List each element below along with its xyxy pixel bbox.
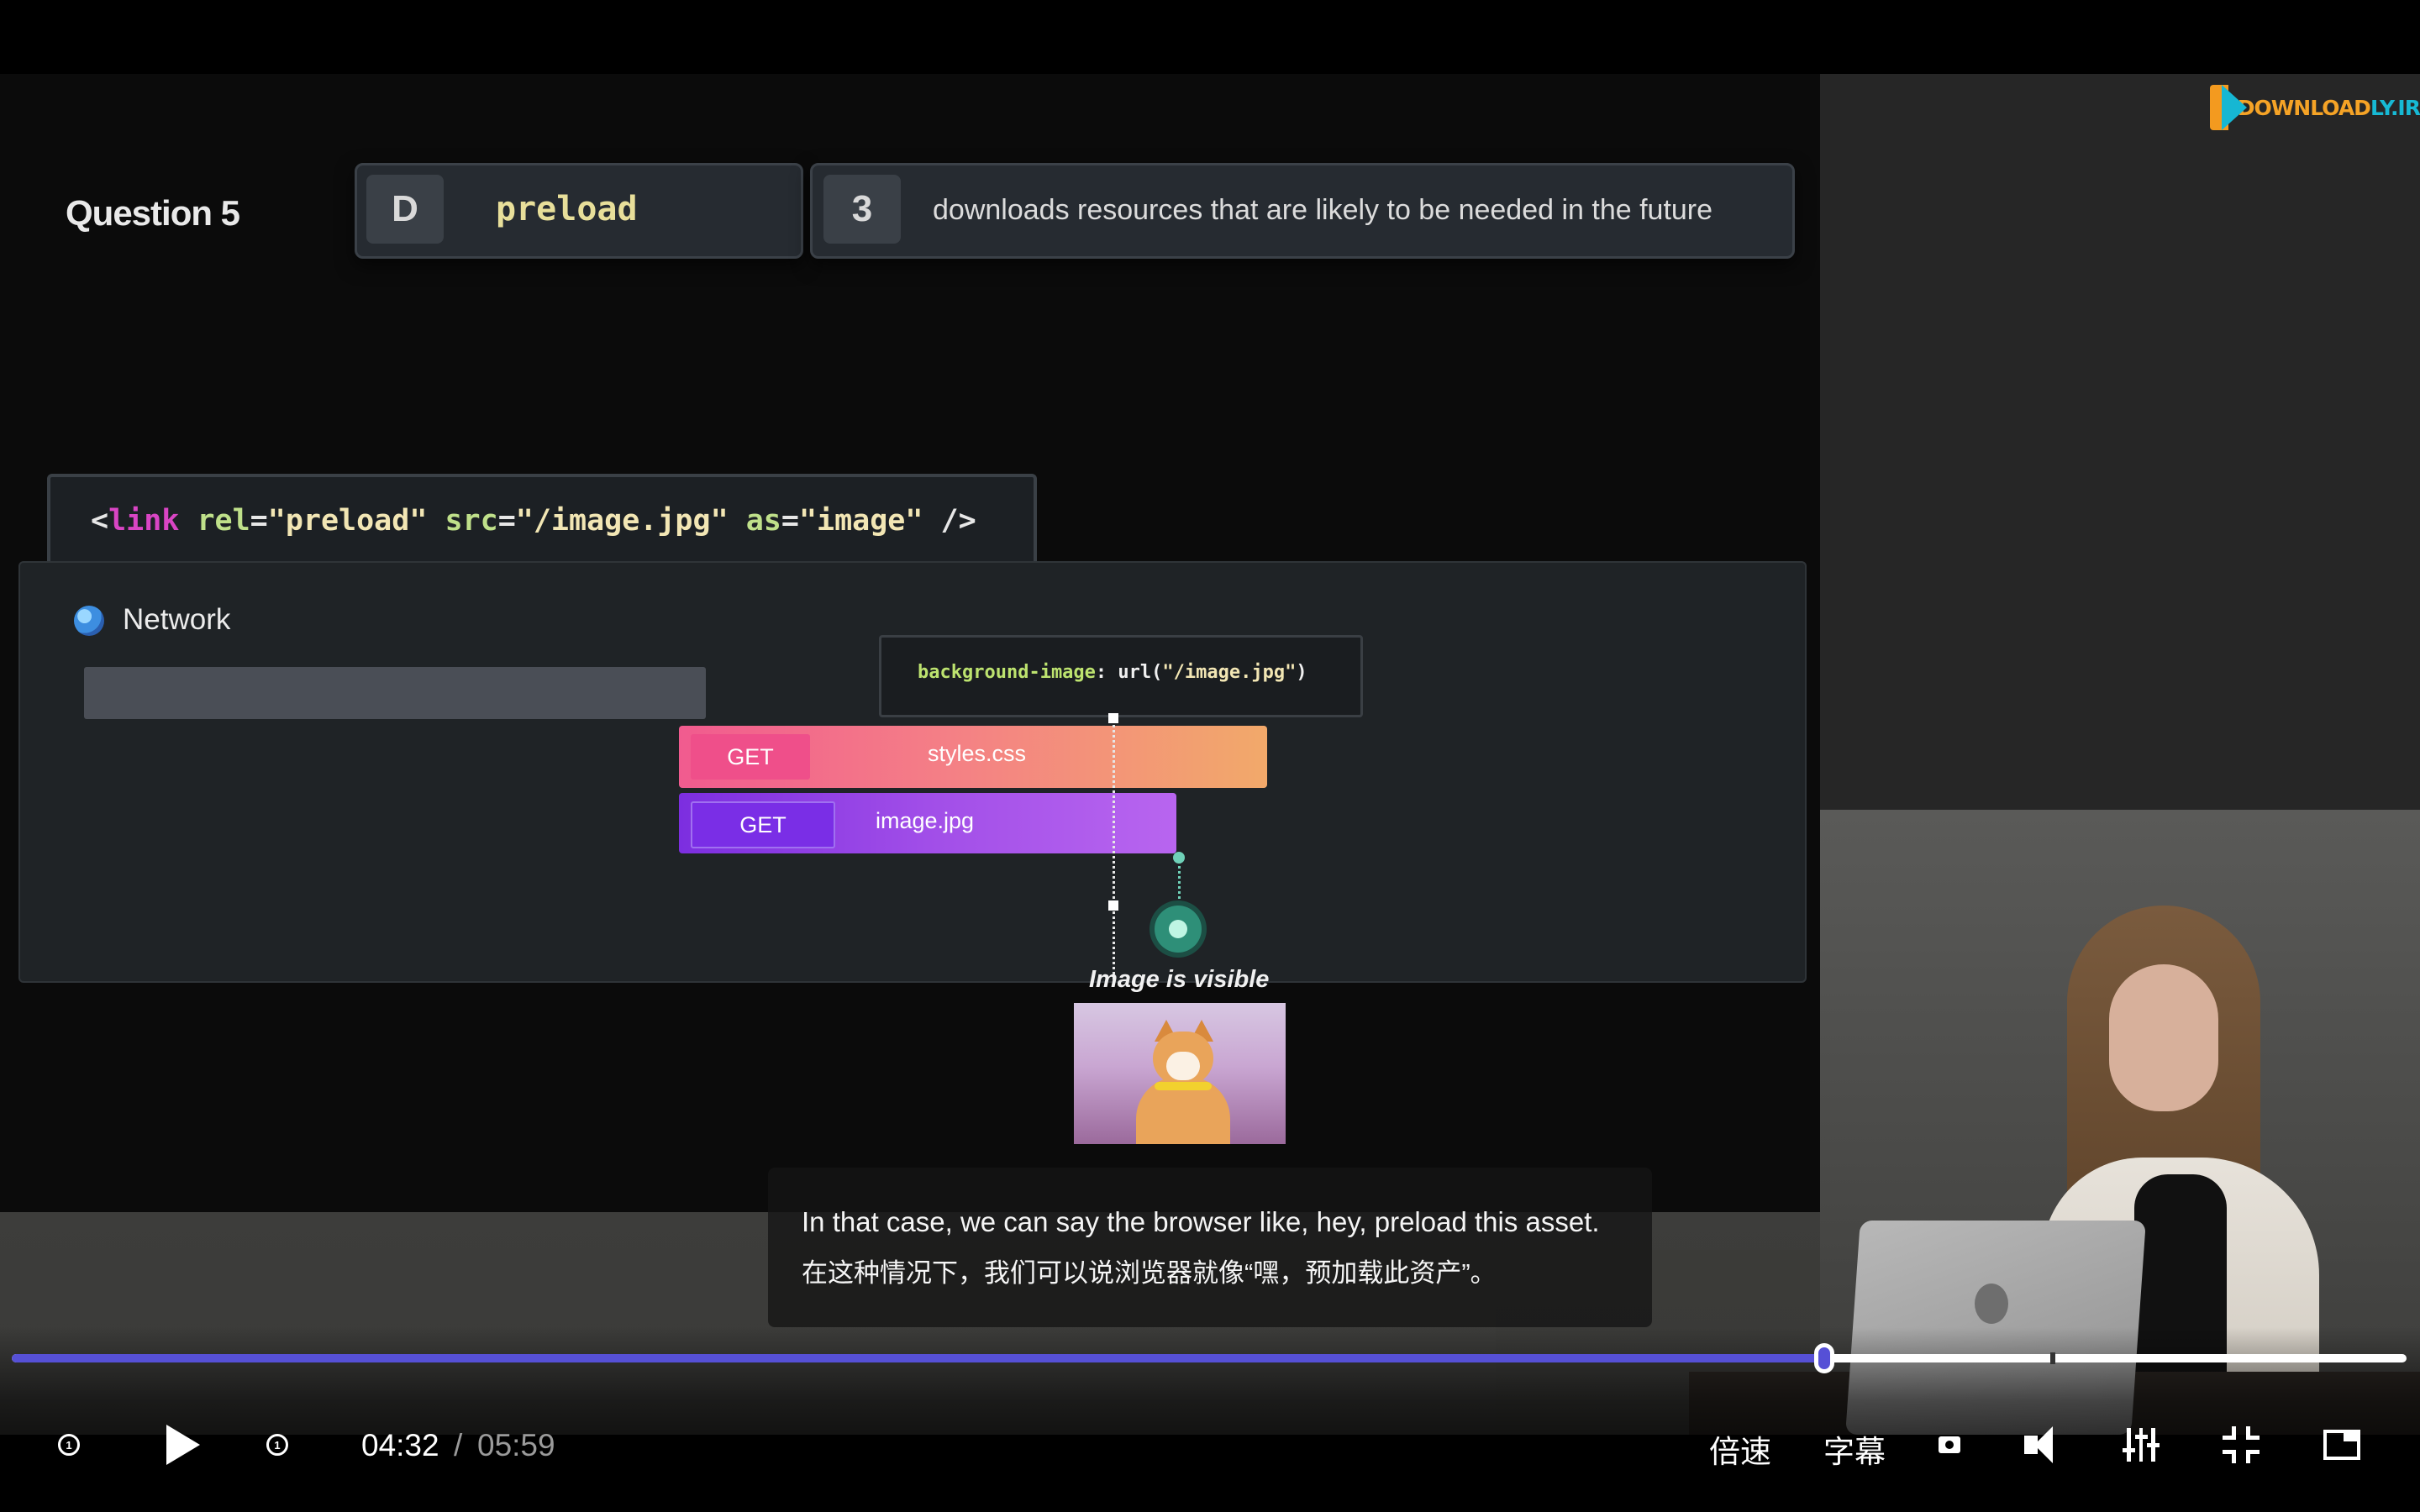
request-file: styles.css (928, 741, 1027, 766)
seek-bar-played (12, 1354, 1824, 1362)
visible-marker-dot (1173, 852, 1185, 864)
image-visible-marker-icon (1155, 906, 1202, 953)
camera-icon (1939, 1436, 1960, 1453)
seek-thumb[interactable] (1814, 1343, 1834, 1373)
request-styles-css: GET styles.css (679, 726, 1267, 788)
apple-logo-icon (1975, 1284, 2008, 1324)
timeline-marker-end (1108, 900, 1118, 911)
time-total: 05:59 (477, 1428, 555, 1462)
time-separator: / (454, 1428, 463, 1462)
time-current: 04:32 (361, 1428, 439, 1462)
definition-text: downloads resources that are likely to b… (933, 194, 1713, 226)
logo-text-a: DOWNLOAD (2237, 95, 2371, 120)
question-title: Question 5 (66, 193, 240, 233)
logo-text-b: LY.IR (2370, 95, 2420, 120)
subtitle-chinese: 在这种情况下，我们可以说浏览器就像“嘿，预加载此资产”。 (802, 1258, 1497, 1288)
subtitle-button[interactable]: 字幕 (1823, 1426, 1886, 1472)
sliders-icon (2123, 1428, 2135, 1462)
screenshot-button[interactable] (1934, 1420, 1965, 1470)
play-icon (166, 1425, 200, 1465)
seek-bar-chapter-mark (2050, 1352, 2055, 1364)
image-visible-label: Image is visible (1089, 966, 1270, 993)
play-logo-icon (2210, 83, 2247, 132)
speed-button[interactable]: 倍速 (1709, 1426, 1771, 1472)
definition-number: 3 (823, 175, 901, 244)
css-tooltip-text: background-image: url("/image.jpg") (918, 662, 1307, 683)
volume-button[interactable] (2015, 1420, 2062, 1470)
network-request-bar (84, 667, 706, 719)
request-method: GET (691, 801, 835, 848)
forward-icon: 1 (266, 1434, 288, 1456)
request-file: image.jpg (876, 808, 975, 833)
answer-text: preload (496, 190, 638, 228)
timeline-marker-start (1108, 713, 1118, 723)
rewind-icon: 1 (58, 1434, 80, 1456)
settings-button[interactable] (2123, 1420, 2160, 1470)
subtitle-english: In that case, we can say the browser lik… (802, 1206, 1600, 1237)
exit-fullscreen-button[interactable] (2220, 1420, 2262, 1470)
rewind-button[interactable]: 1 (52, 1420, 86, 1470)
subtitle-box (768, 1168, 1652, 1327)
code-line: <link rel="preload" src="/image.jpg" as=… (91, 504, 976, 538)
play-button[interactable] (158, 1420, 208, 1470)
brand-logo: DOWNLOADLY.IR (2210, 81, 2420, 134)
exit-fullscreen-icon (2223, 1426, 2260, 1463)
forward-button[interactable]: 1 (260, 1420, 294, 1470)
dog-photo (1074, 1003, 1286, 1144)
globe-icon (74, 606, 104, 636)
request-method: GET (691, 734, 810, 780)
request-image-jpg: GET image.jpg (679, 793, 1176, 853)
network-label: Network (123, 603, 231, 636)
picture-in-picture-icon (2323, 1430, 2360, 1460)
timeline-marker-line (1113, 719, 1115, 979)
answer-letter: D (366, 175, 444, 244)
picture-in-picture-button[interactable] (2321, 1420, 2363, 1470)
